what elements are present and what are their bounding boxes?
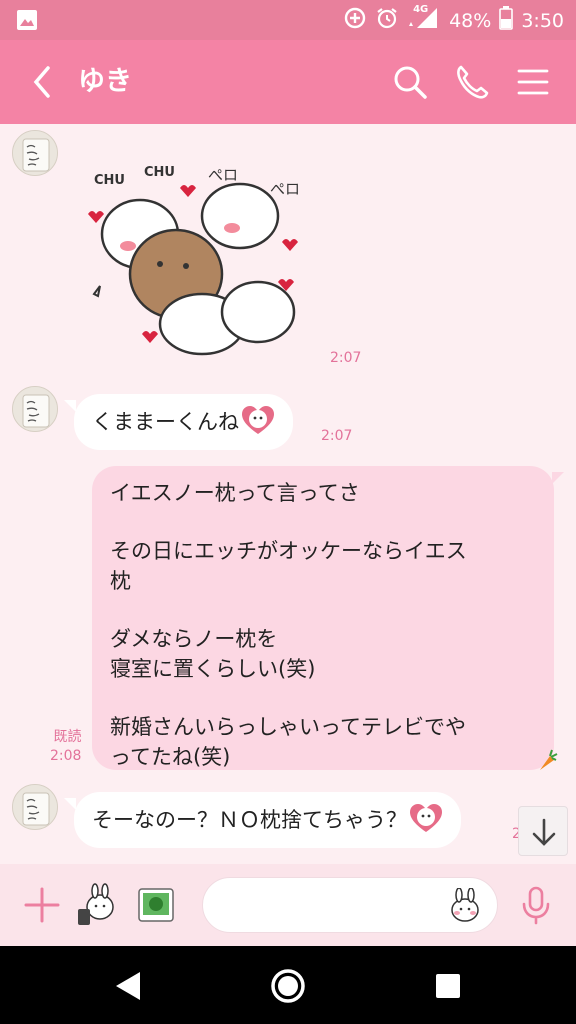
message-line: その日にエッチがオッケーならイエス xyxy=(110,539,467,563)
carrot-icon xyxy=(536,748,558,772)
message-bubble[interactable]: くままーくんね xyxy=(64,394,293,450)
message-line: 寝室に置くらしい(笑) xyxy=(110,657,316,681)
back-icon[interactable] xyxy=(28,64,58,100)
system-nav-bar xyxy=(0,946,576,1024)
battery-icon xyxy=(499,6,514,35)
message-line: ってたね(笑) xyxy=(110,745,231,769)
network-label: 4G xyxy=(413,4,429,15)
battery-percent: 48% xyxy=(449,9,492,32)
svg-text:CHU: CHU xyxy=(144,165,175,180)
chat-area: CHU CHU ぺロ ぺロ 2:07 くままーくんね 2:07 イエスノー枕って… xyxy=(0,124,576,864)
input-bar xyxy=(0,864,576,946)
plus-icon[interactable] xyxy=(20,883,64,927)
avatar[interactable] xyxy=(12,784,58,830)
mic-icon[interactable] xyxy=(514,883,558,927)
svg-text:CHU: CHU xyxy=(94,173,125,188)
message-line: 新婚さんいらっしゃいってテレビでや xyxy=(110,715,466,739)
signal-icon: 4G xyxy=(407,4,441,35)
svg-text:ぺロ: ぺロ xyxy=(270,180,300,198)
clock: 3:50 xyxy=(521,9,564,32)
message-input[interactable] xyxy=(202,877,498,933)
timestamp: 2:08 xyxy=(50,748,82,764)
sticker-icon[interactable] xyxy=(74,883,118,927)
message-line: イエスノー枕って言ってさ xyxy=(110,481,360,505)
read-receipt: 既読 2:08 xyxy=(50,728,81,766)
nav-back-icon[interactable] xyxy=(108,966,148,1006)
avatar[interactable] xyxy=(12,130,58,176)
image-icon xyxy=(16,9,38,35)
menu-icon[interactable] xyxy=(514,62,554,102)
sticker[interactable]: CHU CHU ぺロ ぺロ xyxy=(82,154,318,364)
message-bubble[interactable]: そーなのー？ＮＯ枕捨てちゃう？ xyxy=(64,792,461,848)
search-icon[interactable] xyxy=(390,62,430,102)
timestamp: 2:07 xyxy=(330,350,362,366)
message-line: ダメならノー枕を xyxy=(110,627,278,651)
scroll-down-button[interactable] xyxy=(518,806,568,856)
message-line: 枕 xyxy=(110,569,131,593)
chat-header: ゆき xyxy=(0,40,576,124)
chat-title[interactable]: ゆき xyxy=(78,60,132,104)
sticker-emoji-icon xyxy=(409,798,443,832)
nav-recents-icon[interactable] xyxy=(428,966,468,1006)
status-bar: 4G 48% 3:50 xyxy=(0,0,576,40)
read-label: 既読 xyxy=(53,729,82,745)
emoji-icon[interactable] xyxy=(447,887,483,924)
message-text: そーなのー？ＮＯ枕捨てちゃう？ xyxy=(92,808,407,832)
timestamp: 2:07 xyxy=(321,428,353,444)
phone-icon[interactable] xyxy=(452,62,492,102)
message-bubble-outgoing[interactable]: イエスノー枕って言ってさ その日にエッチがオッケーならイエス 枕 ダメならノー枕… xyxy=(92,466,564,770)
arrow-down-icon xyxy=(532,818,556,846)
svg-text:ぺロ: ぺロ xyxy=(208,166,238,184)
message-text: くままーくんね xyxy=(92,410,239,434)
alarm-icon xyxy=(375,6,399,35)
photo-icon[interactable] xyxy=(134,883,178,927)
avatar[interactable] xyxy=(12,386,58,432)
data-saver-icon xyxy=(343,6,367,35)
sticker-emoji-icon xyxy=(241,400,275,434)
nav-home-icon[interactable] xyxy=(268,966,308,1006)
